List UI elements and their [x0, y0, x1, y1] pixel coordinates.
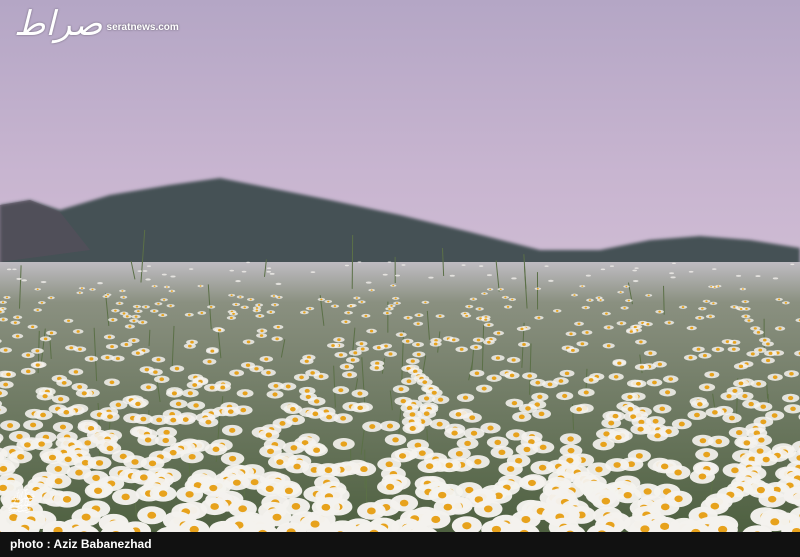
- photo: صراط seratnews.com ﷺ: [0, 0, 800, 532]
- site-url: seratnews.com: [106, 21, 179, 33]
- corner-watermark-icon: ﷺ: [6, 492, 33, 517]
- logo-glyph: صراط: [14, 4, 103, 44]
- watermark-logo: صراط seratnews.com: [14, 4, 179, 44]
- photo-credit: photo : Aziz Babanezhad: [10, 537, 152, 551]
- credit-bar: photo : Aziz Babanezhad: [0, 532, 800, 557]
- landscape-image: [0, 0, 800, 532]
